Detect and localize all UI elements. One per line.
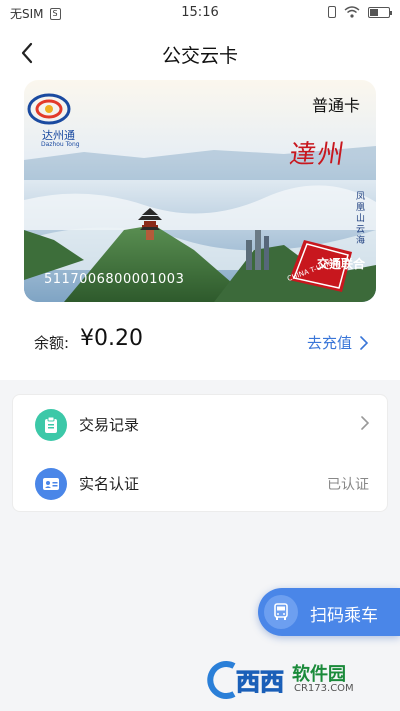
city-calligraphy: 達州 (287, 140, 348, 170)
status-bar: 无SIM S 15:16 (0, 0, 400, 26)
menu-item-chevron (361, 415, 370, 434)
recharge-label: 去充值 (306, 334, 352, 352)
recharge-button[interactable]: 去充值 (307, 332, 368, 353)
wifi-icon (344, 6, 360, 18)
bus-icon (264, 595, 298, 629)
chevron-right-icon (360, 335, 368, 350)
balance-row: 余额: ¥0.20 去充值 (0, 322, 400, 362)
transit-card[interactable]: 达州通 Dazhou Tong 普通卡 達州 凤凰山云海 51170068000… (24, 80, 376, 302)
scan-label: 扫码乘车 (310, 606, 378, 626)
menu-label: 实名认证 (79, 475, 140, 493)
verification-status: 已认证 (327, 476, 369, 493)
battery-icon (368, 6, 392, 18)
balance-value: ¥0.20 (80, 326, 143, 351)
status-right (328, 6, 392, 18)
card-number: 5117006800001003 (44, 272, 185, 287)
watermark-text: 西西 (236, 668, 285, 697)
watermark-url: CR173.COM (294, 683, 354, 694)
vibrate-icon (328, 6, 336, 18)
watermark-logo-icon (207, 661, 236, 699)
card-section: 达州通 Dazhou Tong 普通卡 達州 凤凰山云海 51170068000… (0, 80, 400, 380)
card-logo-subtext: Dazhou Tong (41, 141, 80, 148)
menu-card: 交易记录 实名认证 已认证 (12, 394, 388, 512)
transaction-records-item[interactable]: 交易记录 (13, 395, 389, 454)
page-title: 公交云卡 (161, 45, 238, 67)
real-name-auth-item[interactable]: 实名认证 已认证 (13, 454, 389, 513)
chevron-right-icon (361, 415, 370, 430)
id-card-icon (35, 467, 67, 500)
card-type: 普通卡 (311, 96, 360, 115)
balance-label: 余额: (34, 334, 70, 352)
clipboard-icon (35, 408, 67, 441)
scenery-caption: 凤凰山云海 (356, 192, 366, 246)
top-bar: 公交云卡 (0, 26, 400, 80)
menu-label: 交易记录 (79, 416, 140, 434)
scan-to-ride-button[interactable]: 扫码乘车 (258, 588, 400, 636)
watermark: 西西 软件园 CR173.COM (200, 656, 388, 704)
